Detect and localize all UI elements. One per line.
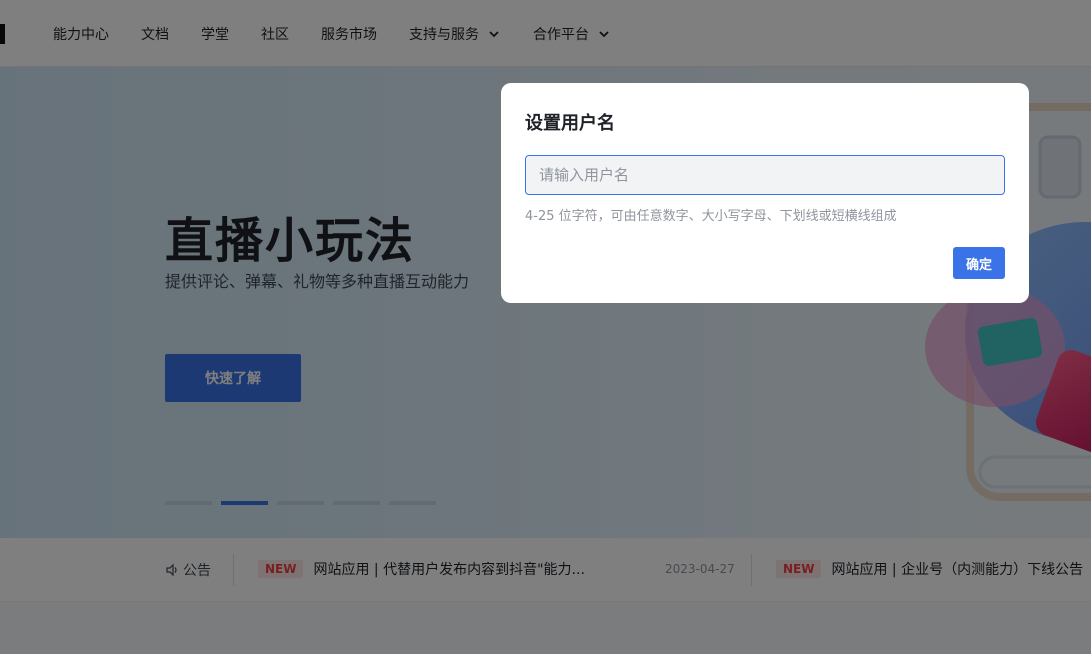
username-input[interactable]	[525, 155, 1005, 195]
dialog-title: 设置用户名	[525, 113, 615, 134]
confirm-button[interactable]: 确定	[953, 247, 1005, 279]
set-username-dialog: 设置用户名 4-25 位字符，可由任意数字、大小写字母、下划线或短横线组成 确定	[501, 83, 1029, 303]
username-hint: 4-25 位字符，可由任意数字、大小写字母、下划线或短横线组成	[525, 209, 897, 224]
